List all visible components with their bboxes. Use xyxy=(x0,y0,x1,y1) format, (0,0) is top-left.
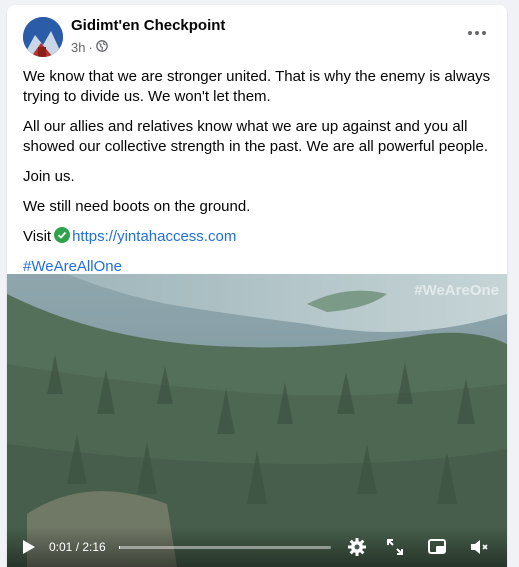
visit-line: Visit https://yintahaccess.com xyxy=(23,227,495,247)
check-circle-icon xyxy=(54,227,71,243)
post-paragraph-1: We know that we are stronger united. Tha… xyxy=(23,68,491,105)
post-meta: 3h · xyxy=(71,40,108,55)
visit-link[interactable]: https://yintahaccess.com xyxy=(72,228,236,245)
gear-icon[interactable] xyxy=(347,537,367,557)
video-watermark: #WeAreOne xyxy=(414,282,499,299)
post-paragraph-3: Join us. xyxy=(23,168,75,185)
post-body: We know that we are stronger united. Tha… xyxy=(23,67,495,287)
globe-icon xyxy=(95,40,108,55)
more-options-icon xyxy=(468,31,472,35)
video-frame xyxy=(7,274,507,567)
video-time: 0:01 / 2:16 xyxy=(49,540,106,554)
meta-separator: · xyxy=(88,40,93,55)
post-time[interactable]: 3h xyxy=(71,40,85,55)
mute-icon[interactable] xyxy=(469,537,489,557)
post-paragraph-4: We still need boots on the ground. xyxy=(23,198,251,215)
page-name[interactable]: Gidimt'en Checkpoint xyxy=(71,17,225,34)
video-progress-fill xyxy=(119,546,121,549)
picture-in-picture-icon[interactable] xyxy=(427,537,447,557)
avatar[interactable] xyxy=(23,17,63,57)
more-options-button[interactable] xyxy=(459,21,495,45)
video-controls: 0:01 / 2:16 xyxy=(7,527,507,567)
video-player[interactable]: #WeAreOne 0:01 / 2:16 xyxy=(7,274,507,567)
play-icon[interactable] xyxy=(21,539,37,555)
visit-label: Visit xyxy=(23,228,52,245)
expand-icon[interactable] xyxy=(385,537,405,557)
hashtag-link[interactable]: #WeAreAllOne xyxy=(23,258,122,275)
post-header: Gidimt'en Checkpoint 3h · xyxy=(7,5,507,63)
video-progress-bar[interactable] xyxy=(119,546,331,549)
post-card: Gidimt'en Checkpoint 3h · We know that w… xyxy=(7,5,507,567)
post-paragraph-2: All our allies and relatives know what w… xyxy=(23,118,488,155)
